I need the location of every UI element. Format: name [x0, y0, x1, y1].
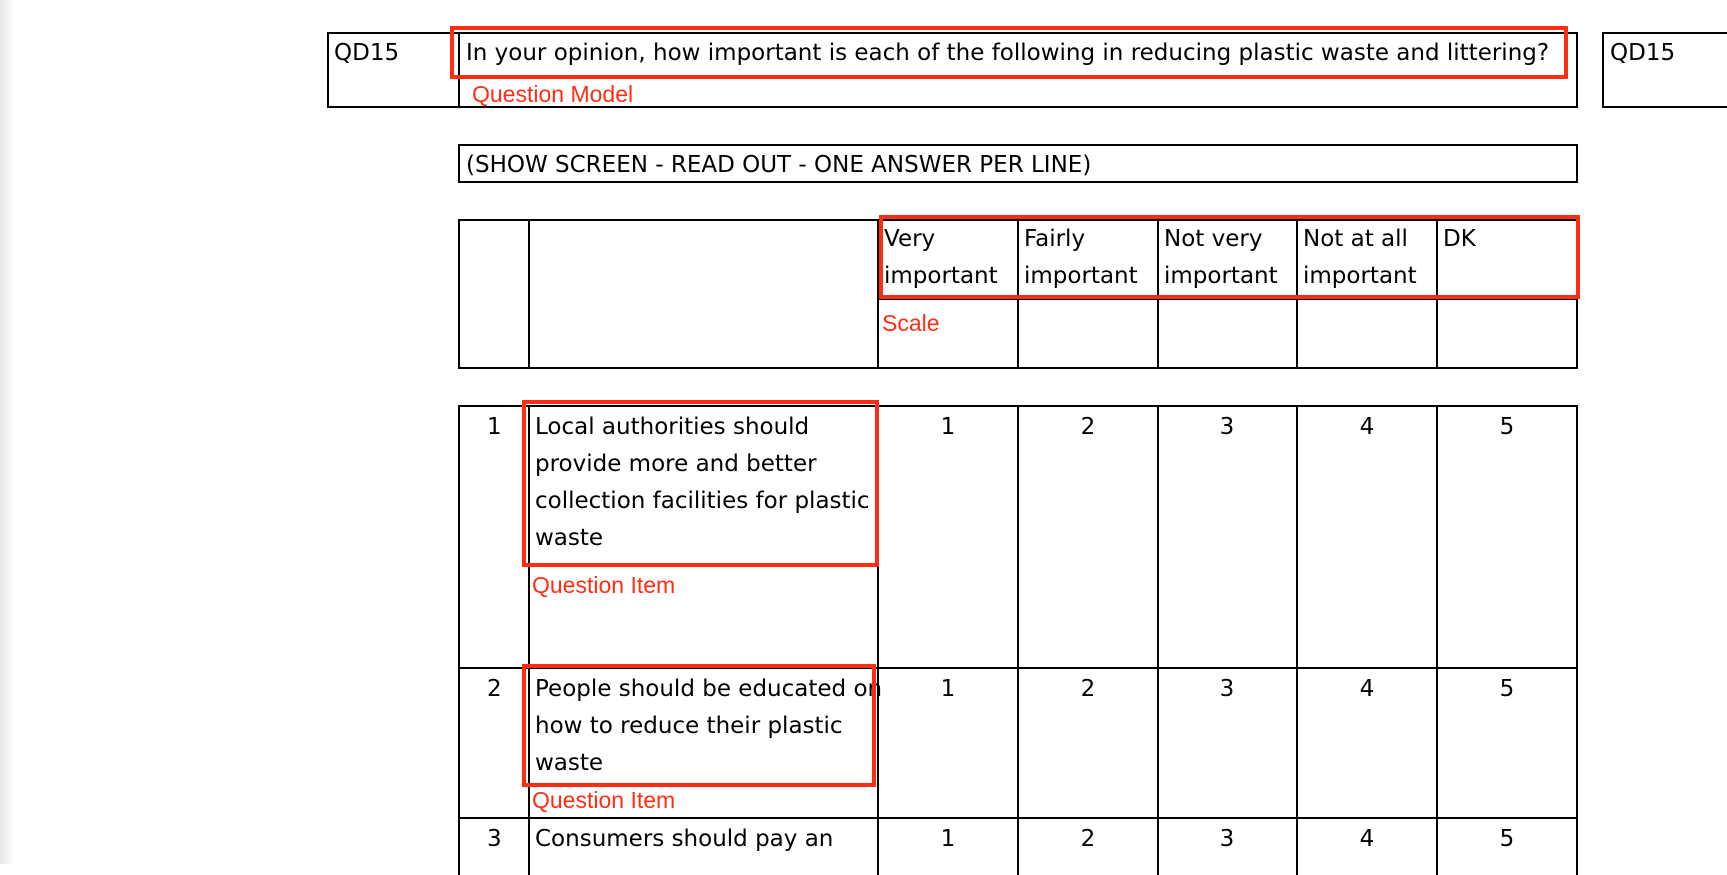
question-item-label-1: Question Item [532, 572, 676, 598]
answer-code: 4 [1359, 676, 1375, 702]
question-code: QD15 [334, 40, 400, 66]
page-edge-shadow [0, 0, 14, 864]
answer-code: 3 [1219, 826, 1235, 852]
answer-code: 5 [1499, 826, 1515, 852]
scale-highlight [879, 215, 1580, 299]
answer-code: 3 [1219, 676, 1235, 702]
answer-code: 1 [940, 414, 956, 440]
scale-header-col-line [528, 219, 530, 369]
items-col-line [1157, 405, 1159, 875]
question-item-highlight-1 [522, 400, 879, 567]
items-row-line [458, 817, 1578, 819]
question-item-highlight-2 [522, 664, 876, 787]
answer-code: 4 [1359, 826, 1375, 852]
question-item-label-2: Question Item [532, 787, 676, 813]
next-question-code: QD15 [1610, 40, 1676, 66]
question-model-label: Question Model [472, 81, 634, 107]
question-model-highlight [450, 26, 1568, 79]
answer-code: 2 [1080, 826, 1096, 852]
answer-code: 1 [940, 826, 956, 852]
answer-code: 3 [1219, 414, 1235, 440]
answer-code: 1 [940, 676, 956, 702]
answer-code: 2 [1080, 676, 1096, 702]
answer-code: 5 [1499, 414, 1515, 440]
items-col-line [1017, 405, 1019, 875]
item-text: Consumers should pay an [535, 826, 834, 852]
item-number: 1 [487, 414, 502, 440]
items-col-line [1436, 405, 1438, 875]
items-col-line [1296, 405, 1298, 875]
scale-label: Scale [882, 310, 940, 336]
instruction-text: (SHOW SCREEN - READ OUT - ONE ANSWER PER… [466, 152, 1092, 178]
item-number: 2 [487, 676, 502, 702]
answer-code: 4 [1359, 414, 1375, 440]
answer-code: 5 [1499, 676, 1515, 702]
answer-code: 2 [1080, 414, 1096, 440]
item-number: 3 [487, 826, 502, 852]
